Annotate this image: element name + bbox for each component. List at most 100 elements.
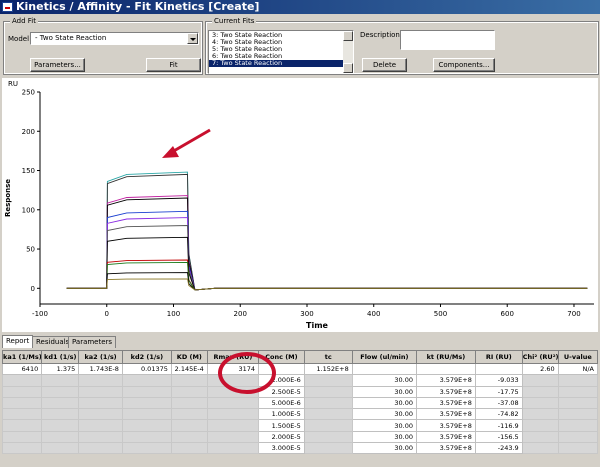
table-cell <box>1 396 43 410</box>
table-cell <box>474 362 523 376</box>
x-tick-label: 300 <box>300 310 313 318</box>
table-cell <box>303 419 353 432</box>
parameters-button[interactable]: Parameters... <box>30 58 85 72</box>
table-cell <box>78 396 123 410</box>
table-cell <box>521 430 559 444</box>
table-cell <box>557 430 599 444</box>
y-tick-label: 50 <box>26 246 35 254</box>
table-cell <box>521 442 559 455</box>
table-cell <box>557 385 599 398</box>
column-header[interactable]: Chi² (RU²) <box>521 350 559 364</box>
table-cell <box>121 385 172 398</box>
table-cell: 30.00 <box>351 408 418 421</box>
table-cell: 1.000E-5 <box>258 408 305 421</box>
table-cell <box>521 408 559 421</box>
column-header[interactable]: Flow (ul/min) <box>351 350 418 364</box>
table-cell <box>303 408 353 421</box>
x-tick-label: 200 <box>234 310 247 318</box>
fit-button[interactable]: Fit <box>146 58 201 72</box>
table-cell: 30.00 <box>351 396 418 410</box>
table-cell: -156.5 <box>474 430 523 444</box>
column-header[interactable]: kd2 (1/s) <box>121 350 172 364</box>
column-header[interactable]: kd1 (1/s) <box>41 350 80 364</box>
table-cell <box>78 385 123 398</box>
table-cell <box>170 442 208 455</box>
table-cell <box>41 430 80 444</box>
tab-parameters[interactable]: Parameters <box>68 336 117 348</box>
column-header[interactable]: ka2 (1/s) <box>78 350 123 364</box>
column-header[interactable]: kt (RU/Ms) <box>416 350 476 364</box>
window-title: Kinetics / Affinity - Fit Kinetics [Crea… <box>16 0 260 13</box>
series-line <box>66 236 588 291</box>
column-header[interactable]: RI (RU) <box>474 350 523 364</box>
current-fits-list[interactable]: 3: Two State Reaction 4: Two State Reacti… <box>208 30 354 74</box>
series-line <box>66 197 588 291</box>
scroll-up-button[interactable] <box>343 31 353 41</box>
current-fits-group-title: Current Fits <box>212 17 257 25</box>
y-axis-label: Response <box>4 179 12 217</box>
description-field[interactable] <box>400 30 495 50</box>
x-tick-label: 400 <box>367 310 380 318</box>
y-tick-label: 200 <box>22 128 35 136</box>
sensorgram-svg: 0 50 100 150 200 250 -100 0 100 200 300 400 500 600 70… <box>4 80 594 330</box>
fits-list-scrollbar[interactable] <box>343 31 353 73</box>
table-cell: 6410 <box>1 362 43 376</box>
table-cell: -37.08 <box>474 396 523 410</box>
model-select[interactable]: - Two State Reaction <box>30 32 199 45</box>
table-cell: 3.579E+8 <box>416 430 476 444</box>
arrow-shaft <box>171 128 211 154</box>
series-line <box>66 261 588 291</box>
table-cell <box>303 385 353 398</box>
series-line <box>66 171 588 291</box>
tab-report[interactable]: Report <box>2 335 34 348</box>
scroll-down-button[interactable] <box>343 63 353 73</box>
table-row: 2.000E-5 30.00 3.579E+8 -156.5 <box>1 430 599 444</box>
table-cell <box>557 442 599 455</box>
table-cell <box>78 442 123 455</box>
table-cell <box>1 374 43 387</box>
table-cell <box>416 362 476 376</box>
column-header[interactable]: tc <box>303 350 353 364</box>
table-cell: 3.000E-5 <box>258 442 305 455</box>
table-cell <box>521 385 559 398</box>
table-cell <box>121 419 172 432</box>
y-tick-label: 100 <box>22 206 35 214</box>
report-table: ka1 (1/Ms) kd1 (1/s) ka2 (1/s) kd2 (1/s) KD … <box>1 350 599 455</box>
table-cell <box>1 419 43 432</box>
table-cell <box>41 408 80 421</box>
table-cell <box>206 396 260 410</box>
series-line <box>66 195 588 291</box>
series-line <box>66 272 588 291</box>
delete-button[interactable]: Delete <box>362 58 407 72</box>
components-button[interactable]: Components... <box>433 58 495 72</box>
table-cell <box>521 374 559 387</box>
column-header[interactable]: ka1 (1/Ms) <box>1 350 43 364</box>
table-cell <box>521 396 559 410</box>
table-cell <box>41 385 80 398</box>
column-header[interactable]: U-value <box>557 350 599 364</box>
table-cell: 30.00 <box>351 374 418 387</box>
table-cell: 1.500E-5 <box>258 419 305 432</box>
chevron-down-icon[interactable] <box>187 33 198 44</box>
x-tick-label: 500 <box>434 310 447 318</box>
fit-list-item[interactable]: 7: Two State Reaction <box>209 60 343 67</box>
table-cell <box>303 374 353 387</box>
table-cell: 3.579E+8 <box>416 385 476 398</box>
table-row: 2.500E-5 30.00 3.579E+8 -17.75 <box>1 385 599 398</box>
table-cell: 3.579E+8 <box>416 396 476 410</box>
table-cell: 0.01375 <box>121 362 172 376</box>
series-line <box>66 278 588 291</box>
table-cell <box>78 374 123 387</box>
table-cell <box>41 374 80 387</box>
table-cell <box>303 442 353 455</box>
table-cell: 30.00 <box>351 430 418 444</box>
table-cell: 3.579E+8 <box>416 408 476 421</box>
column-header[interactable]: KD (M) <box>170 350 208 364</box>
table-cell: 5.000E-6 <box>258 396 305 410</box>
table-cell: -17.75 <box>474 385 523 398</box>
series-line <box>66 259 588 291</box>
table-cell <box>557 408 599 421</box>
model-select-value: - Two State Reaction <box>35 34 107 42</box>
table-cell <box>206 430 260 444</box>
table-cell <box>1 430 43 444</box>
